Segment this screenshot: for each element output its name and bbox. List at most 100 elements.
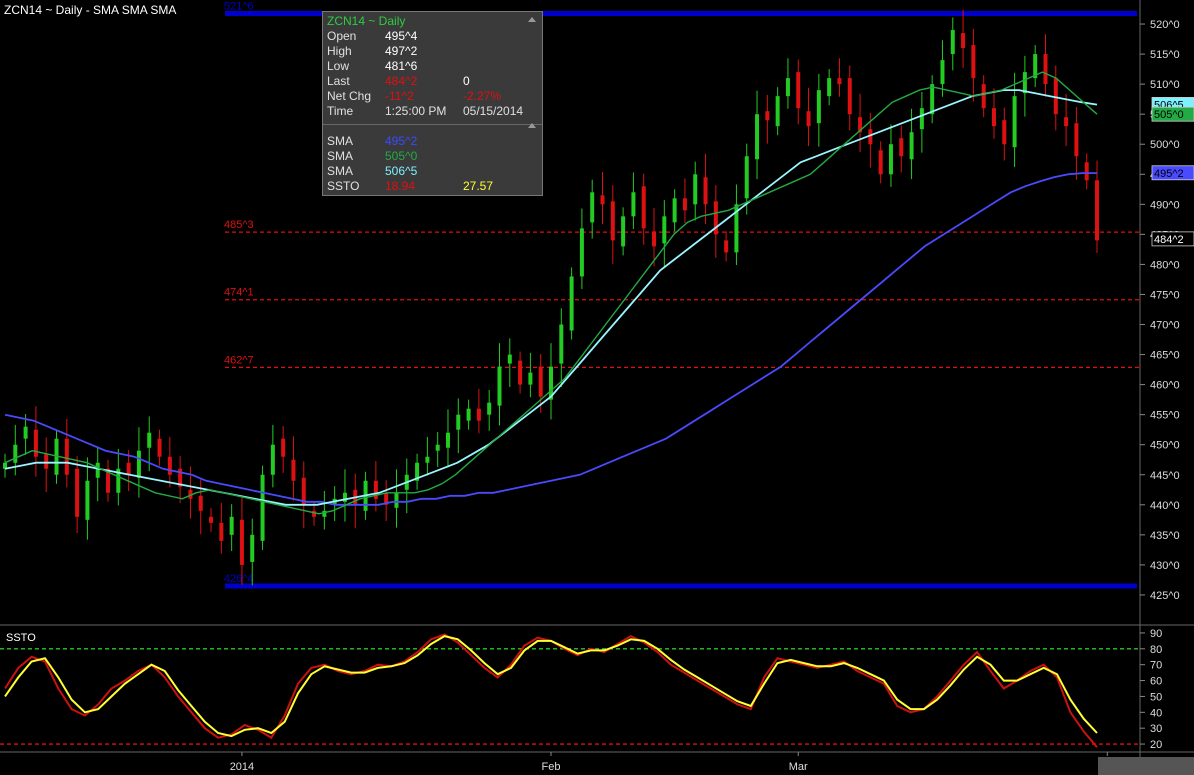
y-tick-label: 510^0 [1150, 79, 1180, 91]
data-window-row: Last 484^2 0 [327, 74, 470, 88]
candle-body [559, 324, 564, 364]
data-window-value: 484^2 [385, 74, 418, 88]
ssto-y-tick-label: 40 [1150, 707, 1162, 719]
data-window-value: 495^2 [385, 134, 418, 148]
level-label: 485^3 [224, 219, 254, 231]
candle-body [888, 144, 893, 175]
data-window-header: ZCN14 ~ Daily [327, 14, 406, 28]
data-window-label: Last [327, 74, 350, 88]
y-tick-label: 435^0 [1150, 530, 1180, 542]
data-window-row: SMA 506^5 [327, 164, 463, 178]
candle-body [219, 522, 224, 541]
candle-body [167, 456, 172, 475]
ssto-y-tick-label: 20 [1150, 739, 1162, 751]
candle-body [991, 108, 996, 127]
data-window-label: SMA [327, 149, 354, 163]
y-tick-label: 480^0 [1150, 259, 1180, 271]
data-window-row: Time 1:25:00 PM 05/15/2014 [327, 104, 523, 118]
candle-body [919, 108, 924, 130]
data-window-section-icon[interactable] [528, 123, 536, 128]
candle-body [579, 228, 584, 277]
candle-body [425, 456, 430, 463]
x-tick-label: Feb [542, 761, 561, 773]
candle-body [621, 216, 626, 247]
y-tick-label: 430^0 [1150, 560, 1180, 572]
ssto-y-tick-label: 30 [1150, 723, 1162, 735]
candle-body [33, 429, 38, 457]
sma-long-line [4, 172, 1097, 506]
candle-body [44, 453, 49, 469]
candle-body [703, 177, 708, 205]
candle-body [610, 201, 615, 241]
y-tick-label: 440^0 [1150, 500, 1180, 512]
y-tick-label: 515^0 [1150, 49, 1180, 61]
candle-body [724, 240, 729, 253]
candle-body [466, 408, 471, 421]
candle-body [1064, 117, 1069, 127]
candle-body [899, 138, 904, 157]
data-window-value: 481^6 [385, 59, 418, 73]
candle-body [23, 426, 28, 439]
candle-body [1012, 96, 1017, 148]
candle-body [476, 408, 481, 421]
candle-body [1022, 72, 1027, 94]
data-window-value: 495^4 [385, 29, 418, 43]
x-tick-label: Mar [789, 761, 808, 773]
data-window-value-2: 27.57 [463, 179, 494, 193]
candle-body [693, 174, 698, 205]
x-tick-label: 2014 [230, 761, 254, 773]
candle-body [1002, 120, 1007, 145]
ssto-y-tick-label: 70 [1150, 660, 1162, 672]
candle-body [147, 432, 152, 448]
y-tick-label: 460^0 [1150, 380, 1180, 392]
data-window-row: SMA 495^2 [327, 134, 463, 148]
candle-body [487, 402, 492, 415]
candle-body [682, 198, 687, 211]
price-tag-label: 484^2 [1154, 234, 1184, 246]
candle-body [445, 432, 450, 448]
data-window-row: Open 495^4 [327, 29, 463, 43]
candle-body [950, 30, 955, 55]
candle-body [775, 96, 780, 127]
data-window-row: SMA 505^0 [327, 149, 463, 163]
candle-body [847, 78, 852, 115]
candle-body [136, 450, 141, 478]
candle-body [239, 519, 244, 565]
ssto-y-tick-label: 80 [1150, 644, 1162, 656]
candle-body [260, 474, 265, 541]
candle-body [85, 480, 90, 520]
candle-body [95, 462, 100, 478]
ssto-k-line [4, 633, 1098, 748]
candle-body [641, 186, 646, 229]
candle-body [157, 438, 162, 457]
y-tick-label: 445^0 [1150, 470, 1180, 482]
candle-body [909, 132, 914, 160]
candle-body [806, 111, 811, 127]
level-label: 474^1 [224, 287, 254, 299]
price-tag-label: 495^2 [1154, 168, 1184, 180]
candle-body [971, 45, 976, 79]
y-tick-label: 475^0 [1150, 289, 1180, 301]
candle-body [1074, 123, 1079, 157]
ssto-d-line [4, 635, 1098, 738]
candle-body [1095, 180, 1099, 241]
candle-body [198, 495, 203, 511]
data-window-row: High 497^2 [327, 44, 463, 58]
data-window-value: 506^5 [385, 164, 418, 178]
scroll-bar[interactable] [1098, 757, 1194, 775]
candle-body [538, 366, 543, 397]
sma-mid-line [4, 71, 1098, 515]
candle-body [126, 462, 131, 475]
price-chart[interactable]: 425^0 430^0 435^0 440^0 445^0 450^0 455^0 460^0… [0, 0, 1194, 775]
candle-body [600, 195, 605, 205]
data-window-label: Time [327, 104, 354, 118]
data-window-collapse-icon[interactable] [528, 17, 536, 22]
candle-body [837, 78, 842, 85]
candle-body [1043, 54, 1048, 85]
candle-body [497, 366, 502, 406]
candle-body [961, 33, 966, 49]
data-window-value-2: -2.27% [463, 89, 502, 103]
data-window-label: SMA [327, 164, 354, 178]
y-tick-label: 455^0 [1150, 410, 1180, 422]
ssto-y-tick-label: 50 [1150, 691, 1162, 703]
